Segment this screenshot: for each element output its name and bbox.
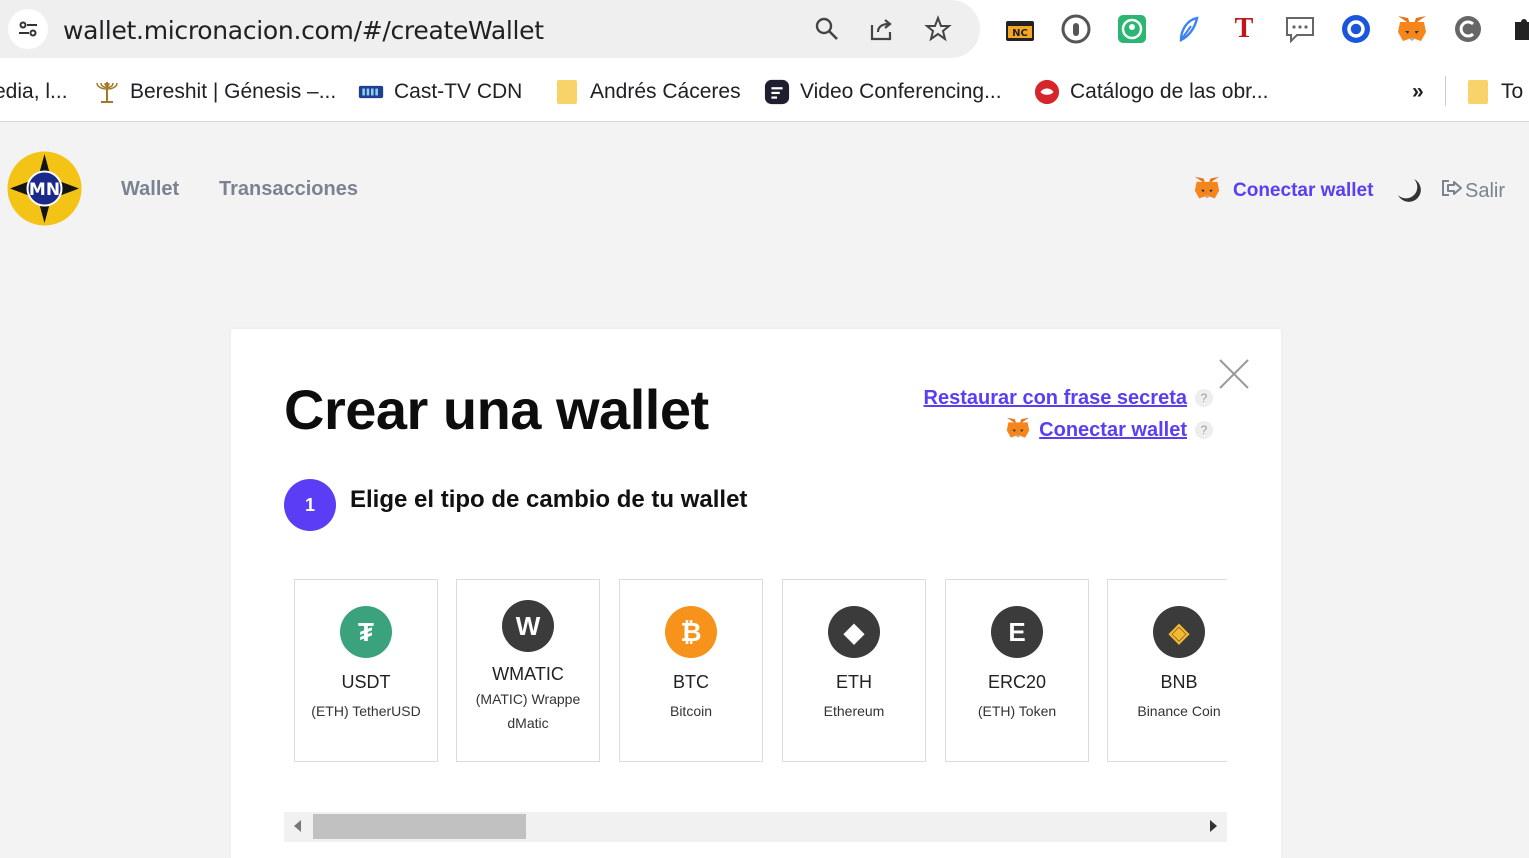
step-header: 1 Elige el tipo de cambio de tu wallet [284,479,747,531]
zoom-icon[interactable] [811,13,843,45]
feather-extension-icon[interactable] [1172,13,1204,45]
bookmarks-overflow-button[interactable]: » [1412,77,1424,107]
coin-name: BNB [1160,672,1198,692]
usdt-icon: ₮ [340,606,392,658]
bookmarks-divider [1445,76,1446,106]
coin-card-list: ₮ USDT (ETH) TetherUSD W WMATIC (MATIC) … [284,579,1227,765]
coin-description: Bitcoin [669,703,713,719]
bookmark-item[interactable]: Bereshit | Génesis –... [94,77,336,107]
url-text: wallet.micronacion.com/#/createWallet [63,16,544,45]
browser-toolbar: wallet.micronacion.com/#/createWallet NC… [0,0,1529,60]
coin-description: (ETH) TetherUSD [311,703,421,719]
folder-icon [1465,79,1491,105]
blue-ring-extension-icon[interactable] [1340,13,1372,45]
logout-label: Salir [1465,179,1506,202]
wmatic-icon: W [502,600,554,652]
svg-text:NC: NC [1012,28,1028,39]
extension-circle-icon[interactable] [1060,13,1092,45]
nc-extension-icon[interactable]: NC [1004,13,1036,45]
svg-text:MN: MN [29,180,60,200]
green-extension-icon[interactable] [1116,13,1148,45]
metamask-icon [1005,416,1031,445]
coin-card-wmatic[interactable]: W WMATIC (MATIC) Wrappe dMatic [456,579,600,762]
coin-name: ERC20 [987,672,1047,692]
help-icon[interactable]: ? [1195,421,1213,439]
micronacion-logo[interactable]: MN [6,150,83,227]
nav-transacciones[interactable]: Transacciones [219,178,358,201]
coin-card-erc20[interactable]: E ERC20 (ETH) Token [945,579,1089,762]
bookmark-label: Video Conferencing... [800,80,1002,103]
connect-wallet-label: Conectar wallet [1233,180,1374,201]
metamask-extension-icon[interactable] [1396,13,1428,45]
scrollbar-thumb[interactable] [313,814,526,839]
bookmark-label: Bereshit | Génesis –... [130,80,337,103]
bookmark-item[interactable]: Andrés Cáceres [554,77,741,107]
coin-description: Ethereum [823,703,885,719]
extensions-puzzle-icon[interactable] [1508,13,1529,45]
help-icon[interactable]: ? [1195,389,1213,407]
coin-name: BTC [673,672,709,692]
bookmark-item[interactable]: Video Conferencing... [764,77,1002,107]
cast-tv-icon [358,79,384,105]
bookmark-label: edia, l... [0,80,68,103]
scroll-left-arrow-icon[interactable] [294,820,301,832]
bookmark-item[interactable]: To [1465,77,1523,107]
ethereum-icon: ◆ [828,606,880,658]
t-extension-icon[interactable]: T [1228,13,1260,45]
c-extension-icon[interactable] [1452,13,1484,45]
menorah-icon [94,79,120,105]
coin-card-btc[interactable]: ₿ BTC Bitcoin [619,579,763,762]
coin-card-usdt[interactable]: ₮ USDT (ETH) TetherUSD [294,579,438,762]
dark-mode-toggle-icon[interactable] [1394,175,1424,205]
coin-description: (ETH) Token [977,703,1057,719]
connect-wallet-button[interactable]: Conectar wallet [1193,175,1373,207]
connect-row: Conectar wallet ? [924,417,1213,442]
coin-description: Binance Coin [1137,703,1221,719]
modal-title: Crear una wallet [284,378,709,441]
folder-icon [554,79,580,105]
video-conferencing-icon [764,79,790,105]
bookmark-label: Cast-TV CDN [394,80,523,103]
coin-name: WMATIC [492,664,564,684]
scroll-right-arrow-icon[interactable] [1210,820,1217,832]
bookmark-star-icon[interactable] [922,13,954,45]
bookmarks-bar: edia, l... Bereshit | Génesis –... Cast-… [0,60,1529,122]
logout-icon [1441,178,1463,204]
chat-extension-icon[interactable] [1284,13,1316,45]
bookmark-item[interactable]: Catálogo de las obr... [1034,77,1268,107]
bookmark-label: Catálogo de las obr... [1070,80,1269,103]
share-icon[interactable] [866,13,898,45]
bookmark-label: To [1501,80,1524,103]
close-icon[interactable] [1217,357,1251,391]
step-number-badge: 1 [284,479,336,531]
coin-name: USDT [341,672,391,692]
app-header: MN Wallet Transacciones Conectar wallet … [0,123,1529,258]
erc20-icon: E [991,606,1043,658]
coin-card-bnb[interactable]: ◈ BNB Binance Coin [1107,579,1227,762]
restore-secret-phrase-link[interactable]: Restaurar con frase secreta [924,387,1187,410]
coin-card-eth[interactable]: ◆ ETH Ethereum [782,579,926,762]
bookmark-label: Andrés Cáceres [590,80,741,103]
restore-row: Restaurar con frase secreta ? [924,387,1213,409]
bitcoin-icon: ₿ [665,606,717,658]
binance-icon: ◈ [1153,606,1205,658]
metamask-icon [1193,175,1221,207]
address-bar[interactable]: wallet.micronacion.com/#/createWallet [0,0,980,58]
horizontal-scrollbar[interactable] [284,812,1227,842]
connect-wallet-link[interactable]: Conectar wallet [1039,419,1187,442]
catalogo-icon [1034,79,1060,105]
create-wallet-modal: Crear una wallet Restaurar con frase sec… [231,329,1281,858]
bookmark-item[interactable]: Cast-TV CDN [358,77,522,107]
bookmark-item[interactable]: edia, l... [0,77,68,107]
site-info-icon[interactable] [8,9,48,49]
logout-button[interactable]: Salir [1441,178,1505,204]
coin-name: ETH [836,672,872,692]
step-title: Elige el tipo de cambio de tu wallet [350,486,748,513]
nav-wallet[interactable]: Wallet [121,178,179,201]
coin-description: (MATIC) Wrappe dMatic [475,691,581,731]
modal-side-links: Restaurar con frase secreta ? Conectar w… [924,387,1213,451]
